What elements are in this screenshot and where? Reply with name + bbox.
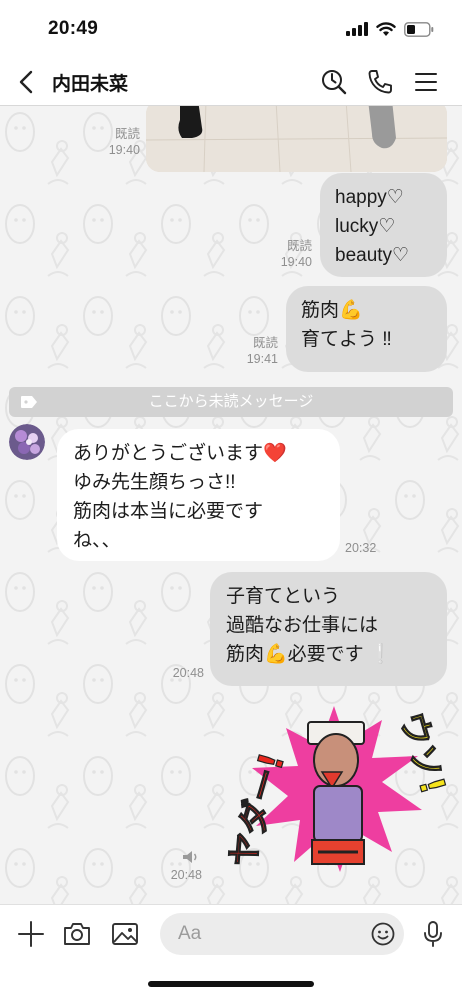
photo-message[interactable] [146,106,447,172]
message-meta: 20:32 [345,540,385,556]
status-bar: 20:49 [0,0,462,58]
message-line: happy♡ [335,187,404,208]
message-line: beauty♡ [335,245,410,266]
message-line: 筋肉💪 [301,300,363,321]
message-line: 育てよう ‼ [301,329,392,350]
message-time: 19:41 [246,352,278,366]
message-time: 20:48 [170,868,202,882]
sticker-message[interactable]: ヤダー! ウソ! [222,702,453,884]
photo-meta: 既読 19:40 [100,126,140,158]
received-message[interactable]: ありがとうございます❤️ ゆみ先生顔ちっさ!! 筋肉は本当に必要です ね、、 [57,429,340,561]
message-time: 20:32 [345,541,377,555]
message-line: 筋肉は本当に必要です [73,501,264,522]
image-icon[interactable] [110,919,140,949]
unread-divider-label: ここから未読メッセージ [148,393,314,410]
sticker-text-right: ウソ! [391,707,447,798]
contact-name[interactable]: 内田未菜 [52,69,128,96]
message-input[interactable]: Aa [160,913,404,955]
tag-icon [21,396,37,408]
photo-image [146,106,447,172]
status-time: 20:49 [48,18,99,39]
message-line: ゆみ先生顔ちっさ!! [73,472,236,493]
search-icon[interactable] [320,68,348,96]
camera-icon[interactable] [62,919,92,949]
message-meta: 既読 19:41 [238,335,278,367]
message-meta: 20:48 [158,867,202,883]
message-line: ありがとうございます❤️ [73,443,287,464]
read-receipt: 既読 [286,239,312,253]
chat-header: 内田未菜 [0,58,462,106]
message-line: 過酷なお仕事には [226,615,379,636]
emoji-icon[interactable] [371,922,395,946]
back-arrow-icon[interactable] [14,68,40,96]
message-time: 19:40 [108,143,140,157]
speaker-icon [183,851,197,863]
menu-icon[interactable] [412,68,440,96]
message-meta: 20:48 [160,665,204,681]
message-line: 筋肉💪必要です ❕ [226,644,393,665]
unread-divider: ここから未読メッセージ [9,387,453,417]
home-indicator [148,981,314,987]
message-time: 20:48 [172,666,204,680]
cellular-signal-icon [346,22,368,36]
message-line: ね、、 [73,530,121,551]
phone-icon[interactable] [366,68,394,96]
avatar[interactable] [9,424,45,460]
plus-icon[interactable] [16,919,46,949]
message-line: lucky♡ [335,216,396,237]
message-time: 19:40 [280,255,312,269]
sent-message[interactable]: 子育てという 過酷なお仕事には 筋肉💪必要です ❕ [210,572,447,686]
microphone-icon[interactable] [418,919,448,949]
wifi-icon [376,21,396,36]
sent-message[interactable]: happy♡ lucky♡ beauty♡ [320,173,447,277]
read-receipt: 既読 [252,336,278,350]
chat-area[interactable]: 既読 19:40 happy♡ lucky♡ beauty♡ 既読 19:40 … [0,106,462,904]
message-input-placeholder: Aa [178,923,202,944]
sent-message[interactable]: 筋肉💪 育てよう ‼ [286,286,447,372]
message-line: 子育てという [226,586,341,607]
battery-icon [404,21,434,37]
read-receipt: 既読 [114,127,140,141]
message-meta: 既読 19:40 [272,238,312,270]
status-icons [346,20,434,38]
